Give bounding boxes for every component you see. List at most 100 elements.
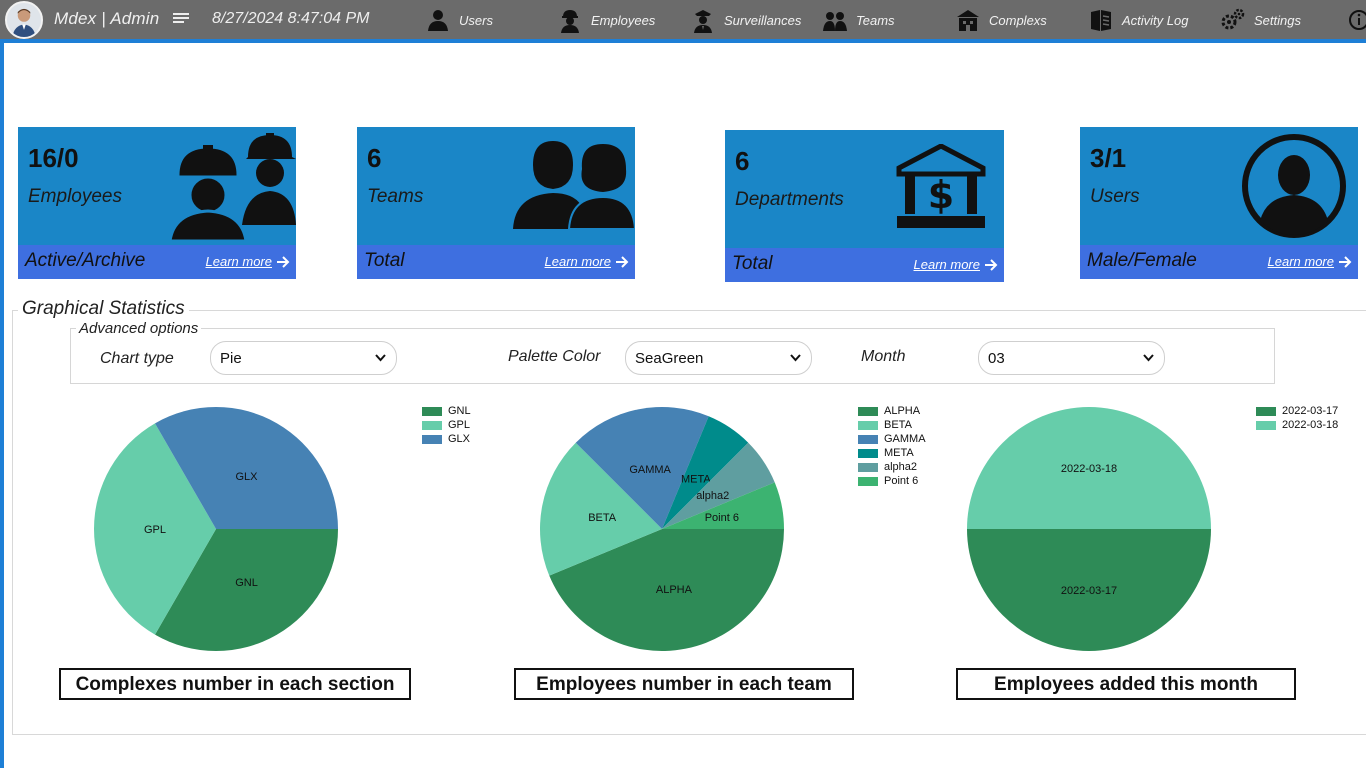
employees-footer-text: Active/Archive xyxy=(25,250,146,271)
legend-item: GAMMA xyxy=(858,433,926,445)
users-count: 3/1 xyxy=(1090,143,1127,173)
legend-swatch xyxy=(1256,406,1276,416)
nav-employees-label: Employees xyxy=(591,12,656,28)
pie-slice-label: ALPHA xyxy=(656,584,693,596)
chart-title-2: Employees number in each team xyxy=(514,668,854,700)
employees-learn-more-label: Learn more xyxy=(205,254,272,269)
pie-slice-label: Point 6 xyxy=(705,512,739,524)
chart-type-value: Pie xyxy=(220,350,242,367)
legend-label: META xyxy=(884,447,914,459)
legend-swatch xyxy=(858,420,878,430)
pie-chart-2: ALPHA BETA GAMMA META alpha2 Point 6 xyxy=(540,407,784,651)
chevron-down-icon xyxy=(790,354,801,362)
chart-type-select[interactable]: Pie xyxy=(210,341,397,375)
worker-icon xyxy=(561,10,579,33)
advanced-options-title: Advanced options xyxy=(76,320,202,337)
employees-card-footer: Active/Archive Learn more xyxy=(18,245,296,279)
teams-card: 6 Teams Total Learn more xyxy=(357,127,635,279)
users-footer-text: Male/Female xyxy=(1087,250,1197,271)
legend-swatch xyxy=(858,462,878,472)
teams-count: 6 xyxy=(367,143,382,173)
departments-learn-more-link[interactable]: Learn more xyxy=(914,257,998,272)
pie-slice-label: META xyxy=(681,473,711,485)
legend-label: 2022-03-17 xyxy=(1282,405,1339,417)
legend-swatch xyxy=(858,448,878,458)
user-icon xyxy=(428,10,448,31)
legend-label: 2022-03-18 xyxy=(1282,419,1339,431)
teams-learn-more-link[interactable]: Learn more xyxy=(545,254,629,269)
teams-card-footer: Total Learn more xyxy=(357,245,635,279)
legend-item: BETA xyxy=(858,419,912,431)
legend-item: GNL xyxy=(422,405,471,417)
users-learn-more-link[interactable]: Learn more xyxy=(1268,254,1352,269)
menu-icon[interactable] xyxy=(173,13,189,25)
workers-helmet-icon xyxy=(170,133,296,241)
people-pair-icon xyxy=(513,141,635,229)
arrow-right-icon xyxy=(616,255,629,268)
legend-item: META xyxy=(858,447,914,459)
nav-complexs[interactable]: Complexs xyxy=(955,5,1047,35)
legend-item: 2022-03-17 xyxy=(1256,405,1338,417)
nav-employees[interactable]: Employees xyxy=(557,5,655,35)
legend-label: BETA xyxy=(884,419,912,431)
legend-swatch xyxy=(858,476,878,486)
month-label: Month xyxy=(861,348,906,365)
arrow-right-icon xyxy=(985,258,998,271)
nav-complexs-label: Complexs xyxy=(989,12,1047,28)
employees-count: 16/0 xyxy=(28,143,79,173)
pie-slice-label: 2022-03-18 xyxy=(1061,463,1117,475)
palette-color-label: Palette Color xyxy=(508,348,601,365)
legend-item: Point 6 xyxy=(858,475,918,487)
users-card-footer: Male/Female Learn more xyxy=(1080,245,1358,279)
legend-swatch xyxy=(1256,420,1276,430)
nav-settings[interactable]: Settings xyxy=(1220,5,1301,35)
legend-label: GPL xyxy=(448,419,471,431)
topbar-accent-line xyxy=(0,39,1366,43)
nav-activity-log-label: Activity Log xyxy=(1122,12,1189,28)
departments-footer-text: Total xyxy=(732,253,773,274)
legend-label: GAMMA xyxy=(884,433,926,445)
building-icon xyxy=(957,10,979,31)
legend-item: 2022-03-18 xyxy=(1256,419,1338,431)
legend-label: GNL xyxy=(448,405,471,417)
chart-type-label: Chart type xyxy=(100,350,174,367)
avatar[interactable] xyxy=(5,1,43,39)
legend-swatch xyxy=(422,434,442,444)
users-learn-more-label: Learn more xyxy=(1267,254,1334,269)
chevron-down-icon xyxy=(1143,354,1154,362)
activity-log-icon xyxy=(1091,10,1111,31)
arrow-right-icon xyxy=(277,255,290,268)
pie-slice-label: GPL xyxy=(144,524,166,536)
nav-settings-label: Settings xyxy=(1254,12,1301,28)
top-navbar: Mdex | Admin 8/27/2024 8:47:04 PM Users … xyxy=(0,0,1366,39)
legend-item: GPL xyxy=(422,419,470,431)
svg-text:$: $ xyxy=(928,173,954,217)
departments-count: 6 xyxy=(735,146,750,176)
legend-item: alpha2 xyxy=(858,461,917,473)
nav-activity-log[interactable]: Activity Log xyxy=(1088,5,1188,35)
legend-label: Point 6 xyxy=(884,475,919,487)
nav-surveillances[interactable]: Surveillances xyxy=(690,5,801,35)
nav-users[interactable]: Users xyxy=(425,5,493,35)
nav-users-label: Users xyxy=(459,12,493,28)
palette-color-select[interactable]: SeaGreen xyxy=(625,341,812,375)
pie-slice-label: BETA xyxy=(588,512,617,524)
legend-swatch xyxy=(422,406,442,416)
arrow-right-icon xyxy=(1339,255,1352,268)
pie-chart-3: 2022-03-17 2022-03-18 xyxy=(967,407,1211,651)
nav-teams[interactable]: Teams xyxy=(822,5,895,35)
bank-dollar-icon: $ xyxy=(896,144,986,228)
info-icon[interactable] xyxy=(1348,9,1366,31)
employees-learn-more-link[interactable]: Learn more xyxy=(206,254,290,269)
legend-label: alpha2 xyxy=(884,461,918,473)
guard-icon xyxy=(694,10,712,33)
teams-learn-more-label: Learn more xyxy=(544,254,611,269)
chart-title-3: Employees added this month xyxy=(956,668,1296,700)
pie-slice-label: GNL xyxy=(235,577,258,589)
departments-card-footer: Total Learn more xyxy=(725,248,1004,282)
employees-label: Employees xyxy=(28,186,122,207)
pie-slice-label: 2022-03-17 xyxy=(1061,585,1117,597)
month-select[interactable]: 03 xyxy=(978,341,1165,375)
legend-swatch xyxy=(422,420,442,430)
legend-swatch xyxy=(858,406,878,416)
